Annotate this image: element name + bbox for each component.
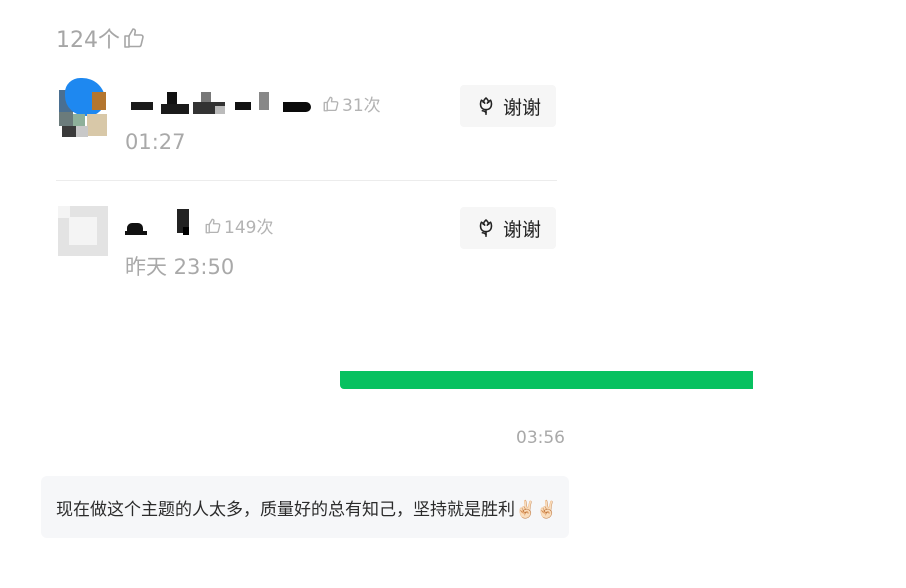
thanks-label: 谢谢: [502, 218, 541, 241]
comment-likes: 149次: [204, 213, 273, 238]
avatar: [59, 78, 109, 137]
divider: [56, 180, 557, 181]
sent-message-bubble: [340, 371, 753, 389]
thanks-button[interactable]: 谢谢: [460, 85, 556, 127]
comment-time: 昨天 23:50: [125, 255, 235, 279]
thumbs-up-icon: [205, 218, 221, 233]
flower-icon: [479, 219, 493, 238]
message-timestamp: 03:56: [516, 428, 565, 448]
comment-time: 01:27: [125, 130, 186, 154]
total-likes-text: 124个: [56, 28, 120, 53]
username-redacted: [131, 90, 317, 116]
message-bubble: 现在做这个主题的人太多，质量好的总有知己，坚持就是胜利✌🏻✌🏻: [41, 476, 569, 538]
total-likes: 124个: [56, 22, 146, 54]
username-redacted: [125, 209, 195, 237]
comment-likes-text: 149次: [224, 218, 274, 238]
comment-likes: 31次: [322, 91, 381, 116]
comment-likes-text: 31次: [342, 96, 381, 116]
thumbs-up-icon: [124, 28, 144, 48]
thanks-label: 谢谢: [502, 96, 541, 119]
message-text: 现在做这个主题的人太多，质量好的总有知己，坚持就是胜利✌🏻✌🏻: [56, 499, 558, 520]
avatar: [58, 206, 108, 256]
flower-icon: [479, 97, 493, 116]
thumbs-up-icon: [323, 96, 339, 111]
thanks-button[interactable]: 谢谢: [460, 207, 556, 249]
